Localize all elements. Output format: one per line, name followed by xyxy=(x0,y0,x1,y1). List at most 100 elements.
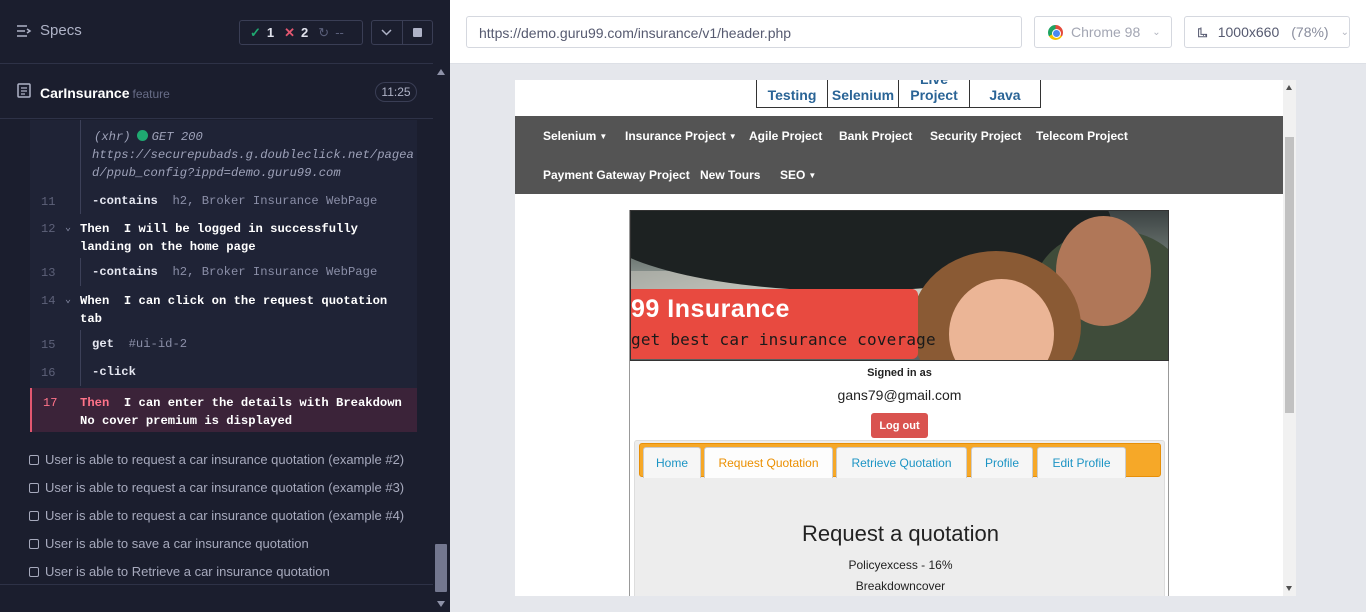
ruler-icon xyxy=(1198,27,1208,38)
tab-request-quotation[interactable]: Request Quotation xyxy=(704,447,833,478)
url-bar[interactable]: https://demo.guru99.com/insurance/v1/hea… xyxy=(466,16,1022,48)
tabs-bar: Home Request Quotation Retrieve Quotatio… xyxy=(639,443,1161,478)
command-row[interactable]: 13 -contains h2, Broker Insurance WebPag… xyxy=(30,258,417,286)
command-text: -click xyxy=(92,365,136,379)
caret-down-icon: ▼ xyxy=(599,132,608,141)
top-menu-item[interactable]: Testing xyxy=(757,80,828,107)
nav-item-agile-project[interactable]: Agile Project xyxy=(749,129,822,143)
command-row[interactable]: 14 ⌄ When I can click on the request quo… xyxy=(30,286,417,330)
line-number: 17 xyxy=(43,396,58,410)
cross-icon: ✕ xyxy=(284,24,296,40)
scrollbar-thumb[interactable] xyxy=(1285,137,1294,413)
command-text: -contains h2, Broker Insurance WebPage xyxy=(92,265,377,279)
scrollbar-thumb[interactable] xyxy=(435,544,447,592)
nav-item-payment-gateway[interactable]: Payment Gateway Project xyxy=(543,168,690,182)
passed-value: 1 xyxy=(266,25,275,40)
nav-item-selenium[interactable]: Selenium ▼ xyxy=(543,129,607,143)
specs-button[interactable]: Specs xyxy=(16,22,82,39)
spec-suffix: feature xyxy=(132,87,170,101)
aut-iframe: Testing Selenium Live Project Java Selen… xyxy=(515,80,1296,596)
command-verb: -contains xyxy=(92,194,158,208)
chevron-down-icon[interactable]: ⌄ xyxy=(65,294,71,306)
browser-label: Chrome 98 xyxy=(1071,24,1141,40)
pending-count: ↻ -- xyxy=(318,25,344,41)
insurance-content: 99 Insurance get best car insurance cove… xyxy=(629,210,1169,596)
top-menu: Testing Selenium Live Project Java xyxy=(756,80,1041,108)
step-text: Then I can enter the details with Breakd… xyxy=(80,396,402,410)
auto-scroll-toggle[interactable] xyxy=(372,21,403,44)
line-number: 14 xyxy=(41,294,56,308)
scroll-down-icon[interactable] xyxy=(437,601,445,607)
chevron-down-icon: ⌄ xyxy=(1152,26,1161,38)
line-number: 15 xyxy=(41,338,56,352)
command-text: get #ui-id-2 xyxy=(92,337,187,351)
top-menu-item[interactable]: Selenium xyxy=(828,80,899,107)
command-list: (xhr) GET 200 https://securepubads.g.doub… xyxy=(30,120,417,432)
chrome-icon xyxy=(1048,24,1063,40)
breakdown-cover-label: Breakdowncover xyxy=(855,579,946,593)
tab-edit-profile[interactable]: Edit Profile xyxy=(1037,447,1126,478)
test-item[interactable]: User is able to Retrieve a car insurance… xyxy=(29,564,330,579)
test-status-icon xyxy=(29,566,39,577)
pending-value: -- xyxy=(335,25,344,40)
chevron-down-icon: ⌄ xyxy=(1340,26,1349,38)
quote-heading: Request a quotation xyxy=(802,521,999,546)
nav-item-telecom-project[interactable]: Telecom Project xyxy=(1036,129,1128,143)
stop-button[interactable] xyxy=(403,21,433,44)
aut-scrollbar[interactable] xyxy=(1283,80,1296,596)
command-row[interactable]: 16 -click xyxy=(30,358,417,386)
command-row[interactable]: (xhr) GET 200 https://securepubads.g.doub… xyxy=(30,120,417,188)
nav-item-insurance-project[interactable]: Insurance Project ▼ xyxy=(625,129,737,143)
logout-button[interactable]: Log out xyxy=(871,413,928,438)
spec-title-row[interactable]: CarInsurance feature 11:25 xyxy=(0,65,433,119)
top-menu-item[interactable]: Java xyxy=(970,80,1040,107)
step-text-line1: I will be logged in successfully xyxy=(123,222,358,236)
nav-item-security-project[interactable]: Security Project xyxy=(930,129,1021,143)
aut-header: https://demo.guru99.com/insurance/v1/hea… xyxy=(450,0,1366,64)
spec-name-text: CarInsurance xyxy=(40,85,130,101)
test-status-icon xyxy=(29,538,39,549)
line-number: 16 xyxy=(41,366,56,380)
xhr-status: GET 200 xyxy=(151,130,203,144)
command-row[interactable]: 11 -contains h2, Broker Insurance WebPag… xyxy=(30,188,417,214)
scroll-up-icon[interactable] xyxy=(437,69,445,75)
browser-selector[interactable]: Chrome 98 ⌄ xyxy=(1034,16,1172,48)
tab-profile[interactable]: Profile xyxy=(971,447,1033,478)
test-item[interactable]: User is able to request a car insurance … xyxy=(29,508,404,523)
top-menu-item[interactable]: Live Project xyxy=(899,80,970,107)
divider xyxy=(0,584,433,585)
spinner-icon: ↻ xyxy=(318,24,330,40)
nav-item-new-tours[interactable]: New Tours xyxy=(700,168,760,182)
test-item[interactable]: User is able to request a car insurance … xyxy=(29,452,404,467)
status-dot-icon xyxy=(136,130,148,141)
tab-retrieve-quotation[interactable]: Retrieve Quotation xyxy=(836,447,967,478)
specs-label: Specs xyxy=(40,22,82,39)
banner-subtitle: get best car insurance coverage xyxy=(631,330,936,349)
command-verb: get xyxy=(92,337,114,351)
command-rail xyxy=(80,258,81,286)
scroll-up-icon[interactable] xyxy=(1286,85,1292,90)
step-text-line2: landing on the home page xyxy=(80,240,256,254)
scroll-down-icon[interactable] xyxy=(1286,586,1292,591)
command-log-scrollbar[interactable] xyxy=(433,64,450,612)
test-item[interactable]: User is able to request a car insurance … xyxy=(29,480,404,495)
xhr-label: (xhr) xyxy=(94,130,131,144)
tabs-panel: Home Request Quotation Retrieve Quotatio… xyxy=(634,440,1165,596)
step-text-line1: I can enter the details with Breakdown xyxy=(123,396,402,410)
chevron-down-icon[interactable]: ⌄ xyxy=(65,222,71,234)
nav-item-seo[interactable]: SEO ▼ xyxy=(780,168,816,182)
step-text-line2: tab xyxy=(80,312,102,326)
line-number: 11 xyxy=(41,195,56,209)
viewport-size: 1000x660 xyxy=(1217,24,1280,40)
test-item[interactable]: User is able to save a car insurance quo… xyxy=(29,536,309,551)
policy-excess-label: Policyexcess - 16% xyxy=(848,558,953,572)
tab-home[interactable]: Home xyxy=(643,447,701,478)
viewport-info[interactable]: 1000x660 (78%) ⌄ xyxy=(1184,16,1350,48)
insurance-banner: 99 Insurance get best car insurance cove… xyxy=(630,210,1169,361)
failed-command-row[interactable]: 17 Then I can enter the details with Bre… xyxy=(30,388,417,432)
step-text-line2: No cover premium is displayed xyxy=(80,414,293,428)
nav-item-bank-project[interactable]: Bank Project xyxy=(839,129,912,143)
line-number: 13 xyxy=(41,266,56,280)
command-row[interactable]: 15 get #ui-id-2 xyxy=(30,330,417,358)
command-row[interactable]: 12 ⌄ Then I will be logged in successful… xyxy=(30,214,417,258)
